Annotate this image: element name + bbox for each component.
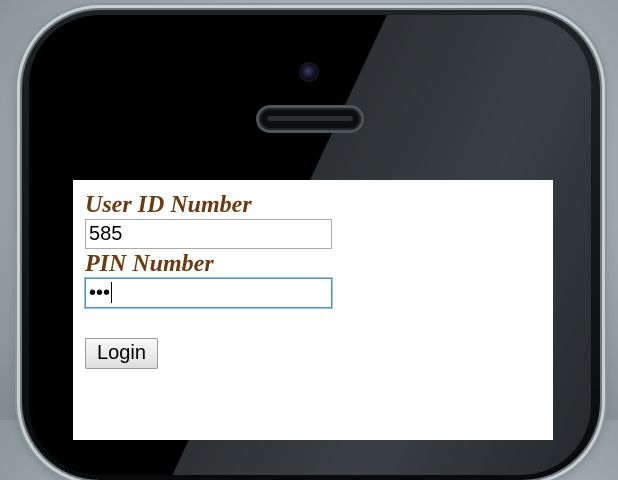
pin-label: PIN Number — [85, 251, 214, 277]
login-button[interactable]: Login — [85, 338, 158, 369]
user-id-input[interactable]: 585 — [85, 219, 332, 249]
earpiece-speaker-icon — [259, 108, 361, 130]
user-id-label: User ID Number — [85, 192, 252, 218]
front-camera-icon — [301, 64, 317, 80]
text-caret — [111, 282, 113, 303]
pin-value: ••• — [89, 282, 111, 304]
user-id-value: 585 — [89, 223, 123, 245]
phone-screen: User ID Number 585 PIN Number ••• Login — [73, 180, 553, 440]
pin-input[interactable]: ••• — [85, 278, 332, 308]
